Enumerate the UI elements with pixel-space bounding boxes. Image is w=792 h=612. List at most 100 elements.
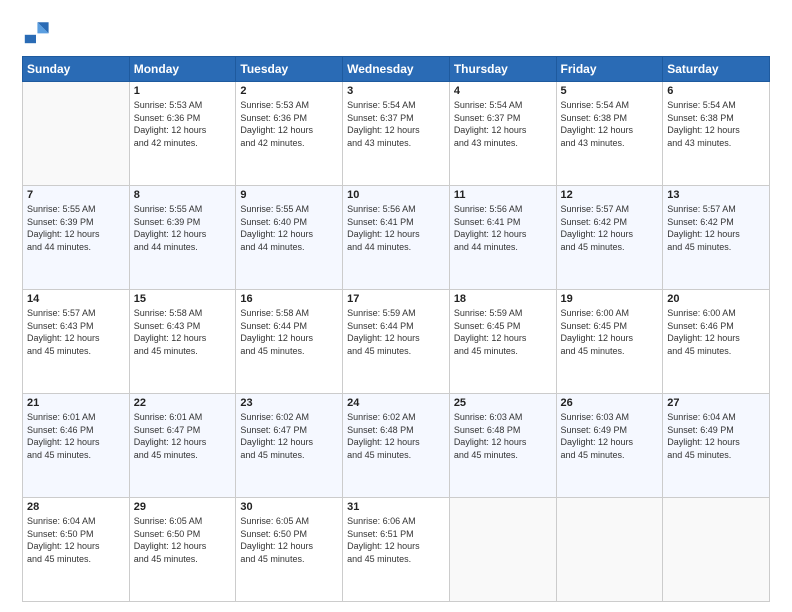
weekday-header-row: SundayMondayTuesdayWednesdayThursdayFrid…	[23, 57, 770, 82]
week-row-4: 21Sunrise: 6:01 AMSunset: 6:46 PMDayligh…	[23, 394, 770, 498]
day-number: 19	[561, 293, 659, 305]
weekday-tuesday: Tuesday	[236, 57, 343, 82]
day-number: 27	[667, 397, 765, 409]
day-number: 12	[561, 189, 659, 201]
day-number: 24	[347, 397, 445, 409]
day-number: 2	[240, 85, 338, 97]
day-info: Sunrise: 6:06 AMSunset: 6:51 PMDaylight:…	[347, 515, 445, 565]
day-info: Sunrise: 5:59 AMSunset: 6:44 PMDaylight:…	[347, 307, 445, 357]
day-number: 31	[347, 501, 445, 513]
day-cell: 25Sunrise: 6:03 AMSunset: 6:48 PMDayligh…	[449, 394, 556, 498]
day-cell: 11Sunrise: 5:56 AMSunset: 6:41 PMDayligh…	[449, 186, 556, 290]
day-cell: 13 Sunrise: 5:57 AMSunset: 6:42 PMDayligh…	[663, 186, 770, 290]
day-cell: 3 Sunrise: 5:54 AMSunset: 6:37 PMDaylight…	[343, 82, 450, 186]
weekday-thursday: Thursday	[449, 57, 556, 82]
day-info: Sunrise: 6:00 AMSunset: 6:46 PMDaylight:…	[667, 307, 765, 357]
day-cell: 8 Sunrise: 5:55 AMSunset: 6:39 PMDaylight…	[129, 186, 236, 290]
day-info: Sunrise: 5:54 AMSunset: 6:38 PMDaylight:…	[561, 99, 659, 149]
day-number: 30	[240, 501, 338, 513]
day-info: Sunrise: 5:58 AMSunset: 6:44 PMDaylight:…	[240, 307, 338, 357]
day-cell: 14 Sunrise: 5:57 AMSunset: 6:43 PMDayligh…	[23, 290, 130, 394]
day-number: 22	[134, 397, 232, 409]
week-row-5: 28Sunrise: 6:04 AMSunset: 6:50 PMDayligh…	[23, 498, 770, 602]
day-number: 5	[561, 85, 659, 97]
day-number: 9	[240, 189, 338, 201]
day-info: Sunrise: 6:05 AMSunset: 6:50 PMDaylight:…	[134, 515, 232, 565]
day-cell: 20Sunrise: 6:00 AMSunset: 6:46 PMDayligh…	[663, 290, 770, 394]
day-number: 21	[27, 397, 125, 409]
day-number: 26	[561, 397, 659, 409]
day-cell: 26 Sunrise: 6:03 AMSunset: 6:49 PMDayligh…	[556, 394, 663, 498]
day-info: Sunrise: 5:57 AMSunset: 6:42 PMDaylight:…	[561, 203, 659, 253]
day-info: Sunrise: 6:02 AMSunset: 6:48 PMDaylight:…	[347, 411, 445, 461]
day-number: 29	[134, 501, 232, 513]
day-info: Sunrise: 6:04 AMSunset: 6:49 PMDaylight:…	[667, 411, 765, 461]
day-number: 11	[454, 189, 552, 201]
day-info: Sunrise: 6:00 AMSunset: 6:45 PMDaylight:…	[561, 307, 659, 357]
day-info: Sunrise: 5:53 AMSunset: 6:36 PMDaylight:…	[134, 99, 232, 149]
day-info: Sunrise: 5:54 AMSunset: 6:37 PMDaylight:…	[347, 99, 445, 149]
day-info: Sunrise: 6:03 AMSunset: 6:49 PMDaylight:…	[561, 411, 659, 461]
day-cell: 28Sunrise: 6:04 AMSunset: 6:50 PMDayligh…	[23, 498, 130, 602]
logo	[22, 18, 54, 46]
day-cell: 23Sunrise: 6:02 AMSunset: 6:47 PMDayligh…	[236, 394, 343, 498]
day-cell: 7 Sunrise: 5:55 AMSunset: 6:39 PMDaylight…	[23, 186, 130, 290]
day-cell: 12 Sunrise: 5:57 AMSunset: 6:42 PMDayligh…	[556, 186, 663, 290]
day-info: Sunrise: 5:57 AMSunset: 6:42 PMDaylight:…	[667, 203, 765, 253]
weekday-monday: Monday	[129, 57, 236, 82]
day-number: 7	[27, 189, 125, 201]
day-info: Sunrise: 5:56 AMSunset: 6:41 PMDaylight:…	[347, 203, 445, 253]
day-cell: 24 Sunrise: 6:02 AMSunset: 6:48 PMDayligh…	[343, 394, 450, 498]
day-cell: 21Sunrise: 6:01 AMSunset: 6:46 PMDayligh…	[23, 394, 130, 498]
week-row-1: 1Sunrise: 5:53 AMSunset: 6:36 PMDaylight…	[23, 82, 770, 186]
page: SundayMondayTuesdayWednesdayThursdayFrid…	[0, 0, 792, 612]
day-cell: 31 Sunrise: 6:06 AMSunset: 6:51 PMDayligh…	[343, 498, 450, 602]
day-cell: 30 Sunrise: 6:05 AMSunset: 6:50 PMDayligh…	[236, 498, 343, 602]
day-cell: 15 Sunrise: 5:58 AMSunset: 6:43 PMDayligh…	[129, 290, 236, 394]
day-cell: 19 Sunrise: 6:00 AMSunset: 6:45 PMDayligh…	[556, 290, 663, 394]
day-number: 14	[27, 293, 125, 305]
day-info: Sunrise: 5:55 AMSunset: 6:39 PMDaylight:…	[27, 203, 125, 253]
day-number: 3	[347, 85, 445, 97]
day-cell: 29 Sunrise: 6:05 AMSunset: 6:50 PMDayligh…	[129, 498, 236, 602]
day-number: 18	[454, 293, 552, 305]
day-info: Sunrise: 5:55 AMSunset: 6:39 PMDaylight:…	[134, 203, 232, 253]
day-number: 25	[454, 397, 552, 409]
day-info: Sunrise: 5:54 AMSunset: 6:38 PMDaylight:…	[667, 99, 765, 149]
weekday-friday: Friday	[556, 57, 663, 82]
day-number: 4	[454, 85, 552, 97]
day-cell: 22 Sunrise: 6:01 AMSunset: 6:47 PMDayligh…	[129, 394, 236, 498]
week-row-3: 14 Sunrise: 5:57 AMSunset: 6:43 PMDayligh…	[23, 290, 770, 394]
day-cell: 2 Sunrise: 5:53 AMSunset: 6:36 PMDaylight…	[236, 82, 343, 186]
day-cell: 4 Sunrise: 5:54 AMSunset: 6:37 PMDaylight…	[449, 82, 556, 186]
day-info: Sunrise: 5:57 AMSunset: 6:43 PMDaylight:…	[27, 307, 125, 357]
day-info: Sunrise: 5:53 AMSunset: 6:36 PMDaylight:…	[240, 99, 338, 149]
day-number: 8	[134, 189, 232, 201]
day-info: Sunrise: 6:04 AMSunset: 6:50 PMDaylight:…	[27, 515, 125, 565]
day-cell	[449, 498, 556, 602]
day-number: 13	[667, 189, 765, 201]
day-cell: 27 Sunrise: 6:04 AMSunset: 6:49 PMDayligh…	[663, 394, 770, 498]
day-info: Sunrise: 5:58 AMSunset: 6:43 PMDaylight:…	[134, 307, 232, 357]
day-cell: 10 Sunrise: 5:56 AMSunset: 6:41 PMDayligh…	[343, 186, 450, 290]
generalblue-logo-icon	[22, 18, 50, 46]
day-number: 17	[347, 293, 445, 305]
day-number: 16	[240, 293, 338, 305]
day-info: Sunrise: 5:54 AMSunset: 6:37 PMDaylight:…	[454, 99, 552, 149]
day-cell: 5 Sunrise: 5:54 AMSunset: 6:38 PMDaylight…	[556, 82, 663, 186]
week-row-2: 7 Sunrise: 5:55 AMSunset: 6:39 PMDaylight…	[23, 186, 770, 290]
day-info: Sunrise: 6:05 AMSunset: 6:50 PMDaylight:…	[240, 515, 338, 565]
day-cell: 17 Sunrise: 5:59 AMSunset: 6:44 PMDayligh…	[343, 290, 450, 394]
day-cell	[23, 82, 130, 186]
weekday-wednesday: Wednesday	[343, 57, 450, 82]
header	[22, 18, 770, 46]
day-number: 23	[240, 397, 338, 409]
day-cell: 6Sunrise: 5:54 AMSunset: 6:38 PMDaylight…	[663, 82, 770, 186]
day-info: Sunrise: 6:01 AMSunset: 6:47 PMDaylight:…	[134, 411, 232, 461]
day-number: 10	[347, 189, 445, 201]
day-number: 15	[134, 293, 232, 305]
day-cell	[556, 498, 663, 602]
day-info: Sunrise: 5:55 AMSunset: 6:40 PMDaylight:…	[240, 203, 338, 253]
day-cell: 9 Sunrise: 5:55 AMSunset: 6:40 PMDaylight…	[236, 186, 343, 290]
day-info: Sunrise: 5:59 AMSunset: 6:45 PMDaylight:…	[454, 307, 552, 357]
